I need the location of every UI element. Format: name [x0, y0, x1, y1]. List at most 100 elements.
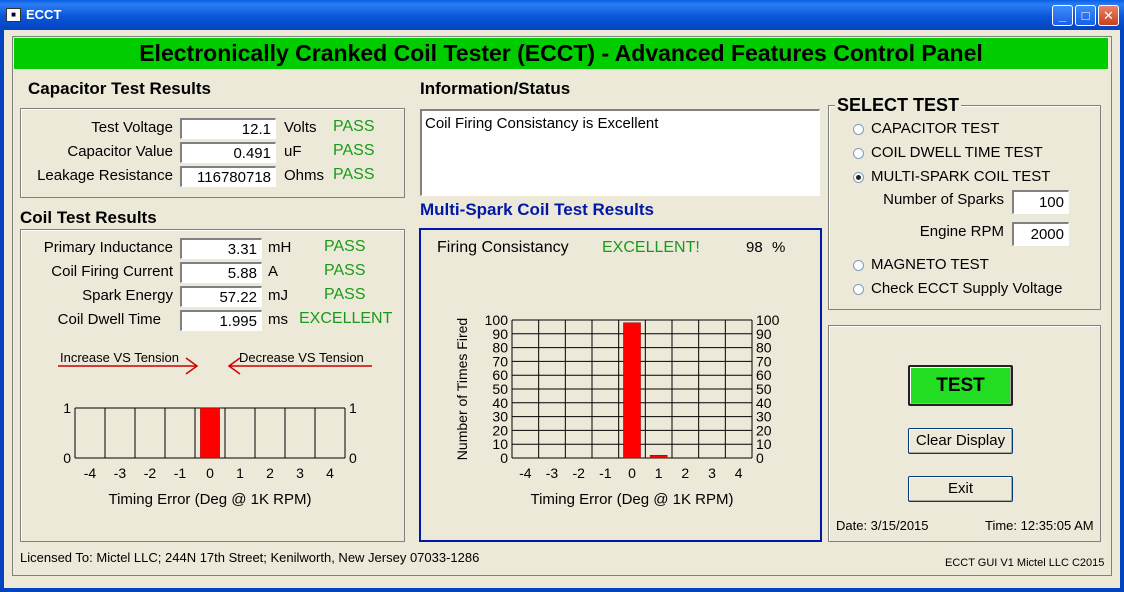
x-axis-label: Timing Error (Deg @ 1K RPM): [530, 491, 733, 508]
coil-dwell-time-status: EXCELLENT: [299, 310, 393, 327]
x-tick-label: 2: [266, 465, 274, 481]
version-text: ECCT GUI V1 Mictel LLC C2015: [945, 557, 1105, 569]
title-bar[interactable]: [0, 0, 1124, 30]
primary-inductance-field[interactable]: 3.31: [180, 238, 262, 259]
y-tick-label-right: 40: [756, 395, 772, 411]
leakage-resistance-label: Leakage Resistance: [37, 167, 173, 184]
x-tick-label: -2: [144, 465, 157, 481]
y-tick-label-left: 0: [63, 450, 71, 466]
y-tick-label-right: 0: [756, 450, 764, 466]
close-icon[interactable]: ✕: [1098, 5, 1119, 26]
bar-1: [649, 454, 668, 459]
multispark-test-label[interactable]: MULTI-SPARK COIL TEST: [871, 168, 1050, 185]
supply-voltage-radio[interactable]: [853, 284, 864, 295]
exit-button[interactable]: Exit: [908, 476, 1013, 502]
x-tick-label: 2: [681, 465, 689, 481]
multispark-test-radio[interactable]: [853, 172, 864, 183]
time-readout: Time: 12:35:05 AM: [985, 518, 1094, 533]
coil-dwell-test-label[interactable]: COIL DWELL TIME TEST: [871, 144, 1043, 161]
y-tick-label-right: 20: [756, 422, 772, 438]
y-tick-label-right: 80: [756, 340, 772, 356]
firing-consistency-value: 98: [746, 239, 763, 256]
spark-energy-label: Spark Energy: [82, 287, 173, 304]
bar-0: [200, 407, 220, 459]
coil-dwell-test-radio[interactable]: [853, 148, 864, 159]
x-tick-label: -3: [546, 465, 559, 481]
capacitor-value-unit: uF: [284, 143, 302, 160]
coil-dwell-time-field[interactable]: 1.995: [180, 310, 262, 331]
coil-firing-current-unit: A: [268, 263, 279, 280]
clear-display-button[interactable]: Clear Display: [908, 428, 1013, 454]
y-tick-label-left: 50: [492, 381, 508, 397]
x-tick-label: -1: [174, 465, 187, 481]
test-voltage-field[interactable]: 12.1: [180, 118, 276, 139]
y-tick-label-right: 70: [756, 353, 772, 369]
license-text: Licensed To: Mictel LLC; 244N 17th Stree…: [20, 550, 480, 565]
y-tick-label-left: 1: [63, 400, 71, 416]
window-title: ECCT: [26, 7, 62, 22]
y-tick-label-right: 60: [756, 367, 772, 383]
leakage-resistance-field[interactable]: 116780718: [180, 166, 276, 187]
capacitor-value-status: PASS: [333, 142, 375, 159]
y-tick-label-left: 90: [492, 326, 508, 342]
y-tick-label-right: 30: [756, 409, 772, 425]
y-tick-label-left: 20: [492, 422, 508, 438]
x-tick-label: 4: [735, 465, 743, 481]
capacitor-test-label[interactable]: CAPACITOR TEST: [871, 120, 999, 137]
capacitor-test-radio[interactable]: [853, 124, 864, 135]
x-axis-label: Timing Error (Deg @ 1K RPM): [108, 491, 311, 508]
panel-header: Electronically Cranked Coil Tester (ECCT…: [14, 38, 1108, 69]
x-tick-label: -1: [599, 465, 612, 481]
multispark-section-title: Multi-Spark Coil Test Results: [420, 200, 654, 219]
magneto-test-radio[interactable]: [853, 260, 864, 271]
y-tick-label-left: 10: [492, 436, 508, 452]
engine-rpm-field[interactable]: 2000: [1012, 222, 1069, 246]
x-tick-label: 4: [326, 465, 334, 481]
supply-voltage-label[interactable]: Check ECCT Supply Voltage: [871, 280, 1063, 297]
y-tick-label-left: 40: [492, 395, 508, 411]
y-tick-label-right: 10: [756, 436, 772, 452]
num-sparks-field[interactable]: 100: [1012, 190, 1069, 214]
y-tick-label-left: 80: [492, 340, 508, 356]
firing-consistency-status: EXCELLENT!: [602, 239, 700, 256]
num-sparks-label: Number of Sparks: [883, 191, 1004, 208]
x-tick-label: -2: [572, 465, 585, 481]
coil-firing-current-field[interactable]: 5.88: [180, 262, 262, 283]
magneto-test-label[interactable]: MAGNETO TEST: [871, 256, 989, 273]
spark-energy-field[interactable]: 57.22: [180, 286, 262, 307]
minimize-icon[interactable]: _: [1052, 5, 1073, 26]
coil-firing-current-label: Coil Firing Current: [51, 263, 173, 280]
multispark-chart: 0 010 1020 2030 3040 4050 5060 6070 7080 8090 9010…: [454, 312, 780, 508]
x-tick-label: 3: [708, 465, 716, 481]
firing-consistency-unit: %: [772, 239, 786, 256]
x-tick-label: -4: [84, 465, 97, 481]
info-section-title: Information/Status: [420, 79, 571, 98]
info-status-message: Coil Firing Consistancy is Excellent: [425, 115, 659, 132]
y-tick-label-right: 50: [756, 381, 772, 397]
capacitor-value-label: Capacitor Value: [67, 143, 173, 160]
select-test-title: SELECT TEST: [835, 95, 962, 116]
window-icon[interactable]: ■: [6, 8, 21, 22]
coil-dwell-time-label: Coil Dwell Time: [57, 311, 161, 328]
x-tick-label: 0: [206, 465, 214, 481]
test-voltage-status: PASS: [333, 118, 375, 135]
x-tick-label: -3: [114, 465, 127, 481]
spark-energy-unit: mJ: [268, 287, 288, 304]
leakage-resistance-status: PASS: [333, 166, 375, 183]
increase-arrow-icon: [58, 357, 199, 375]
y-tick-label-right: 90: [756, 326, 772, 342]
info-status-box[interactable]: Coil Firing Consistancy is Excellent: [420, 109, 820, 196]
test-voltage-label: Test Voltage: [91, 119, 173, 136]
test-button[interactable]: TEST: [908, 365, 1013, 406]
y-axis-label: Number of Times Fired: [454, 318, 470, 460]
x-tick-label: 0: [628, 465, 636, 481]
coil-timing-chart: 0 0 1 1 -4 -3 -2 -1 0 1 2 3 4 Timing Error (Deg @ 1K …: [63, 400, 357, 508]
x-tick-label: 3: [296, 465, 304, 481]
decrease-arrow-icon: [227, 357, 372, 375]
capacitor-section-title: Capacitor Test Results: [28, 79, 211, 98]
capacitor-value-field[interactable]: 0.491: [180, 142, 276, 163]
coil-firing-current-status: PASS: [324, 262, 366, 279]
test-voltage-unit: Volts: [284, 119, 317, 136]
y-tick-label-right: 0: [349, 450, 357, 466]
maximize-icon[interactable]: □: [1075, 5, 1096, 26]
